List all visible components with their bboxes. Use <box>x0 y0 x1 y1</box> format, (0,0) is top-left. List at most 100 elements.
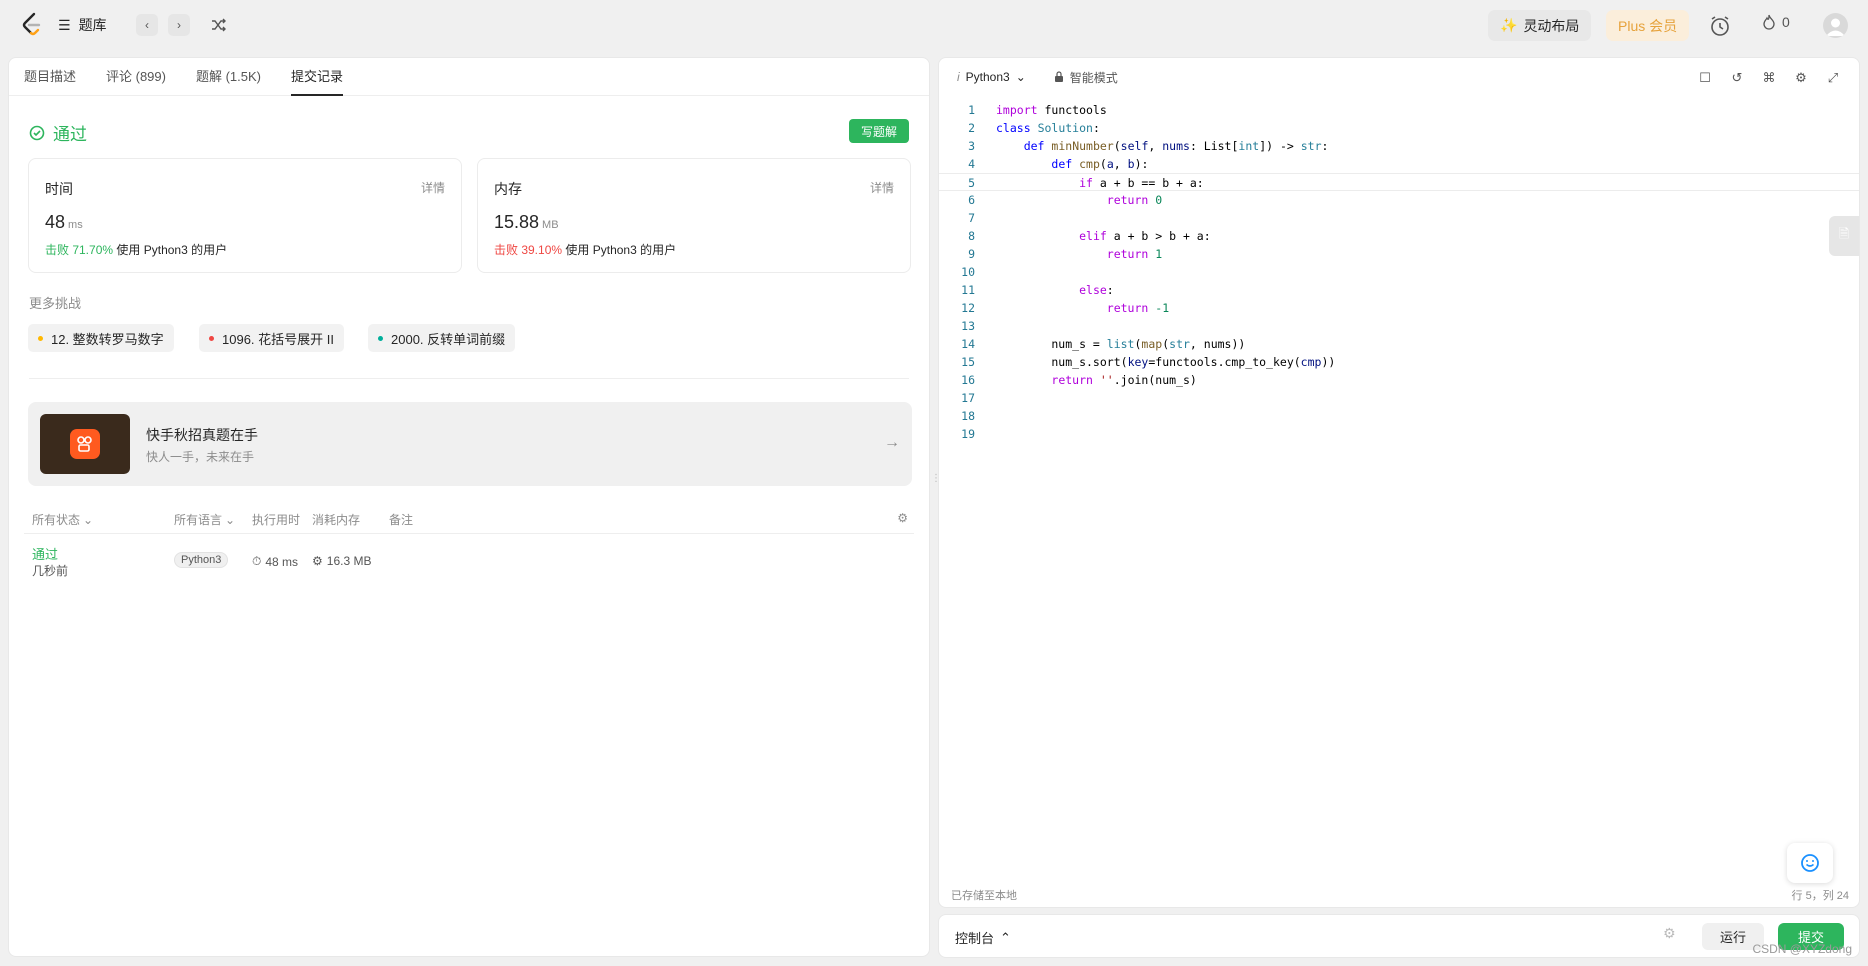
challenge-label: 1096. 花括号展开 II <box>222 331 334 347</box>
plus-member-label: Plus 会员 <box>1618 17 1678 34</box>
notes-side-tab[interactable]: 🗎 <box>1829 216 1859 256</box>
top-bar: ☰ 题库 ‹ › ✨ 灵动布局 Plus 会员 0 <box>0 0 1868 50</box>
memory-detail-link[interactable]: 详情 <box>870 179 894 196</box>
fire-icon <box>1763 14 1775 30</box>
language-filter-label: 所有语言 <box>174 513 223 527</box>
language-filter[interactable]: 所有语言 ⌄ <box>174 511 235 528</box>
runtime-card: 时间 详情 48 ms 击败 71.70% 使用 Python3 的用户 <box>28 158 462 273</box>
shuffle-button[interactable] <box>209 15 229 35</box>
avatar[interactable] <box>1823 13 1848 38</box>
tab-description[interactable]: 题目描述 <box>24 58 76 96</box>
runtime-unit: ms <box>68 219 83 231</box>
command-icon[interactable]: ⌘ <box>1761 70 1777 86</box>
gear-icon: ⚙ <box>897 511 908 525</box>
challenge-chip[interactable]: 1096. 花括号展开 II <box>199 324 344 352</box>
challenge-chip[interactable]: 2000. 反转单词前缀 <box>368 324 516 352</box>
runtime-detail-link[interactable]: 详情 <box>421 179 445 196</box>
code-line: 14 num_s = list(map(str, nums)) <box>961 337 1246 351</box>
promo-title: 快手秋招真题在手 <box>146 427 258 443</box>
code-line: 16 return ''.join(num_s) <box>961 373 1197 387</box>
code-line: 10 <box>961 265 975 279</box>
fullscreen-icon[interactable]: ⤢ <box>1825 70 1841 86</box>
bookmark-icon[interactable]: ☐ <box>1697 70 1713 86</box>
tab-submissions[interactable]: 提交记录 <box>291 58 344 96</box>
saved-status: 已存储至本地 <box>951 890 1017 902</box>
code-line: 5 if a + b == b + a: <box>939 173 1859 191</box>
problem-library-link[interactable]: ☰ 题库 <box>58 15 107 35</box>
difficulty-dot <box>38 335 43 341</box>
debug-icon[interactable]: ⚙ <box>1663 925 1676 942</box>
tab-comments[interactable]: 评论 (899) <box>106 58 166 96</box>
tab-solutions[interactable]: 题解 (1.5K) <box>196 58 261 96</box>
gear-icon[interactable]: ⚙ <box>1793 70 1809 86</box>
memory-beat: 击败 39.10% 使用 Python3 的用户 <box>494 241 676 258</box>
document-icon: 🗎 <box>1838 226 1850 241</box>
stopwatch-icon: ⏱ <box>252 554 262 568</box>
code-line: 4 def cmp(a, b): <box>968 157 1149 171</box>
smart-mode-toggle[interactable]: 智能模式 <box>1054 69 1118 86</box>
code-line: 7 <box>968 211 975 225</box>
code-line: 8 elif a + b > b + a: <box>968 229 1211 243</box>
kuaishou-logo-icon <box>70 429 100 459</box>
console-toggle[interactable]: 控制台 ⌃ <box>955 928 1011 947</box>
chevron-up-icon: ⌃ <box>1000 929 1011 945</box>
chevron-left-icon: ‹ <box>145 18 149 32</box>
row-status[interactable]: 通过 <box>32 544 58 563</box>
cursor-position: 行 5，列 24 <box>1791 890 1849 902</box>
prev-problem-button[interactable]: ‹ <box>136 14 158 36</box>
console-label: 控制台 <box>955 931 995 946</box>
runtime-value: 48 ms <box>45 212 83 233</box>
runtime-number: 48 <box>45 212 66 232</box>
code-line: 15 num_s.sort(key=functools.cmp_to_key(c… <box>961 355 1336 369</box>
check-circle-icon <box>29 125 45 140</box>
code-line: 11 else: <box>961 283 1114 297</box>
table-settings-button[interactable]: ⚙ <box>897 511 908 525</box>
promo-image <box>40 414 130 474</box>
lock-icon <box>1054 71 1063 82</box>
plus-member-button[interactable]: Plus 会员 <box>1606 10 1690 41</box>
code-line: 2 class Solution: <box>968 121 1100 135</box>
left-tabs: 题目描述 评论 (899) 题解 (1.5K) 提交记录 <box>9 58 929 96</box>
panel-resize-handle[interactable]: ⋮ <box>931 473 941 493</box>
code-editor-panel: i Python3 ⌄ 智能模式 ☐ ↺ ⌘ ⚙ ⤢ 1 import funct… <box>938 57 1860 908</box>
difficulty-dot <box>378 335 383 341</box>
code-line: 18 <box>961 409 975 423</box>
submission-panel: 题目描述 评论 (899) 题解 (1.5K) 提交记录 通过 写题解 时间 详… <box>8 57 930 957</box>
runtime-beat-suffix: 使用 Python3 的用户 <box>116 243 228 257</box>
memory-column-header: 消耗内存 <box>312 513 361 527</box>
code-line: 17 <box>961 391 975 405</box>
write-solution-button[interactable]: 写题解 <box>849 119 909 143</box>
promo-banner[interactable]: 快手秋招真题在手 快人一手，未来在手 → <box>28 402 912 486</box>
memory-title: 内存 <box>494 181 522 197</box>
challenge-label: 2000. 反转单词前缀 <box>391 331 506 347</box>
runtime-title: 时间 <box>45 181 73 197</box>
code-area[interactable]: 1 import functools 2 class Solution: 3 def… <box>939 101 1859 443</box>
streak-counter[interactable]: 0 <box>1762 14 1790 30</box>
problem-library-label: 题库 <box>78 17 107 33</box>
language-select[interactable]: i Python3 ⌄ <box>957 70 1026 84</box>
challenge-chip[interactable]: 12. 整数转罗马数字 <box>28 324 174 352</box>
status-filter[interactable]: 所有状态 ⌄ <box>32 511 93 528</box>
next-problem-button[interactable]: › <box>168 14 190 36</box>
feedback-button[interactable] <box>1787 843 1833 883</box>
reset-icon[interactable]: ↺ <box>1729 70 1745 86</box>
row-memory-value: 16.3 MB <box>326 554 372 568</box>
leetcode-logo-icon[interactable] <box>20 12 44 38</box>
dynamic-layout-button[interactable]: ✨ 灵动布局 <box>1488 10 1592 41</box>
table-row[interactable]: 通过 几秒前 Python3 ⏱ 48 ms ⚙ 16.3 MB <box>24 538 914 588</box>
row-runtime: ⏱ 48 ms <box>252 554 298 569</box>
note-column-header: 备注 <box>389 513 414 527</box>
promo-subtitle: 快人一手，未来在手 <box>146 450 255 464</box>
row-submitted-time: 几秒前 <box>32 564 69 578</box>
runtime-beat: 击败 71.70% 使用 Python3 的用户 <box>45 241 227 258</box>
row-runtime-value: 48 ms <box>265 554 299 569</box>
list-icon: ☰ <box>58 16 71 33</box>
editor-toolbar: ☐ ↺ ⌘ ⚙ ⤢ <box>1697 70 1841 86</box>
submission-status: 通过 <box>29 120 87 145</box>
status-label: 通过 <box>53 125 87 144</box>
runtime-beat-percent: 击败 71.70% <box>45 243 114 257</box>
streak-count: 0 <box>1782 14 1790 30</box>
alarm-clock-icon[interactable] <box>1708 14 1732 38</box>
code-line: 12 return -1 <box>961 301 1170 315</box>
memory-beat-percent: 击败 39.10% <box>494 243 563 257</box>
